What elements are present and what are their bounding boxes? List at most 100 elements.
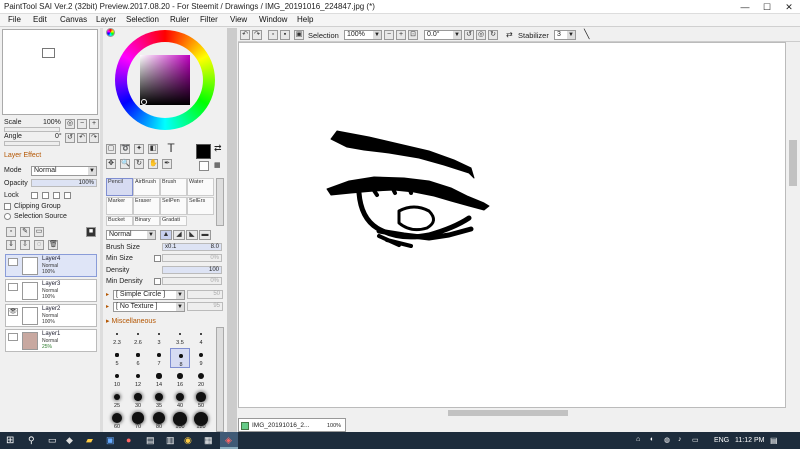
clear-layer-icon[interactable]: ◌ bbox=[34, 240, 44, 250]
menu-help[interactable]: Help bbox=[297, 15, 313, 24]
tool-gradation[interactable]: Gradati bbox=[160, 216, 187, 226]
blend-mode-select[interactable]: Normal ▼ bbox=[106, 230, 156, 240]
tip-medium-icon[interactable]: ◢ bbox=[173, 230, 185, 240]
zoom-out-button[interactable]: − bbox=[77, 119, 87, 129]
app-icon-1[interactable]: ◆ bbox=[66, 435, 73, 446]
brush-preset-25[interactable]: 25 bbox=[107, 390, 127, 410]
visibility-toggle[interactable] bbox=[8, 283, 18, 291]
menu-file[interactable]: File bbox=[8, 15, 21, 24]
tool-eraser[interactable]: Eraser bbox=[133, 197, 160, 215]
menu-ruler[interactable]: Ruler bbox=[170, 15, 189, 24]
eyedropper-icon[interactable]: ✒ bbox=[162, 159, 172, 169]
app-icon-5[interactable]: ▥ bbox=[166, 435, 175, 446]
move-icon[interactable]: ✥ bbox=[106, 159, 116, 169]
brush-preset-8[interactable]: 8 bbox=[170, 348, 190, 368]
layer-row-1[interactable]: Layer1 Normal 25% bbox=[5, 329, 97, 352]
zoom-in-icon[interactable]: + bbox=[396, 30, 406, 40]
new-layer-icon[interactable]: ▫ bbox=[6, 227, 16, 237]
horizontal-scrollbar[interactable] bbox=[238, 408, 786, 418]
tool-airbrush[interactable]: AirBrush bbox=[133, 178, 160, 196]
app-icon-6[interactable]: ▦ bbox=[204, 435, 213, 446]
rotate-cw-icon[interactable]: ↻ bbox=[488, 30, 498, 40]
chrome-icon[interactable]: ◉ bbox=[184, 435, 192, 446]
brush-preset-16[interactable]: 16 bbox=[170, 369, 190, 389]
color-wheel[interactable] bbox=[115, 30, 215, 130]
layer-row-2[interactable]: 👁 Layer2 Normal 100% bbox=[5, 304, 97, 327]
tip-flat-icon[interactable]: ▬ bbox=[199, 230, 211, 240]
panel-divider[interactable] bbox=[100, 28, 103, 432]
line-tool-icon[interactable]: ╲ bbox=[584, 29, 589, 40]
brush-preset-14[interactable]: 14 bbox=[149, 369, 169, 389]
drawing-canvas[interactable] bbox=[238, 42, 786, 408]
stabilizer-select[interactable]: 3 ▼ bbox=[554, 30, 576, 40]
zoom-out-icon[interactable]: − bbox=[384, 30, 394, 40]
text-tool-icon[interactable]: T bbox=[164, 142, 178, 156]
language-indicator[interactable]: ENG bbox=[714, 437, 729, 444]
presets-scrollbar[interactable] bbox=[216, 327, 224, 432]
new-folder-icon[interactable]: ▭ bbox=[34, 227, 44, 237]
hand-icon[interactable]: ✋ bbox=[148, 159, 158, 169]
color-wheel-mode-icon[interactable] bbox=[106, 28, 115, 37]
tool-brush[interactable]: Brush bbox=[160, 178, 187, 196]
tool-water[interactable]: Water bbox=[187, 178, 214, 196]
brush-preset-100[interactable]: 100 bbox=[170, 411, 190, 431]
min-size-checkbox[interactable] bbox=[154, 255, 161, 262]
tool-binary[interactable]: Binary bbox=[133, 216, 160, 226]
layer-mode-select[interactable]: Normal ▼ bbox=[31, 166, 97, 176]
brush-preset-2.6[interactable]: 2.6 bbox=[128, 327, 148, 347]
min-size-slider[interactable]: 0% bbox=[162, 254, 222, 262]
lock-transparency-checkbox[interactable] bbox=[31, 192, 38, 199]
zoom-icon[interactable]: 🔍 bbox=[120, 159, 130, 169]
tool-marker[interactable]: Marker bbox=[106, 197, 133, 215]
search-icon[interactable]: ⚲ bbox=[28, 435, 35, 446]
brush-preset-10[interactable]: 10 bbox=[107, 369, 127, 389]
menu-window[interactable]: Window bbox=[259, 15, 287, 24]
brush-shape-select[interactable]: [ Simple Circle ] ▼ bbox=[113, 290, 185, 300]
transparent-color-icon[interactable]: ▦ bbox=[214, 161, 221, 169]
layer-row-4[interactable]: Layer4 Normal 100% bbox=[5, 254, 97, 277]
menu-edit[interactable]: Edit bbox=[33, 15, 47, 24]
tool-selers[interactable]: SelErs bbox=[187, 197, 214, 215]
brush-shape-strength[interactable]: 50 bbox=[187, 290, 223, 299]
angle-slider[interactable] bbox=[4, 141, 60, 146]
tip-soft-icon[interactable]: ◣ bbox=[186, 230, 198, 240]
minimize-button[interactable]: — bbox=[734, 0, 756, 14]
visibility-toggle[interactable] bbox=[8, 258, 18, 266]
zoom-select[interactable]: 100% ▼ bbox=[344, 30, 382, 40]
document-tab[interactable]: IMG_20191016_2... 100% bbox=[238, 418, 346, 432]
vertical-scroll-thumb[interactable] bbox=[789, 140, 797, 186]
menu-canvas[interactable]: Canvas bbox=[60, 15, 87, 24]
brush-preset-2.3[interactable]: 2.3 bbox=[107, 327, 127, 347]
magic-wand-icon[interactable]: ✦ bbox=[134, 144, 144, 154]
tray-people-icon[interactable]: ⌂ bbox=[636, 436, 640, 443]
selection-toggle-icon[interactable]: ▣ bbox=[294, 30, 304, 40]
brush-texture-strength[interactable]: 95 bbox=[187, 302, 223, 311]
clipping-group-checkbox[interactable] bbox=[4, 203, 11, 210]
eye-icon[interactable]: 👁 bbox=[8, 308, 18, 316]
lock-all-checkbox[interactable] bbox=[64, 192, 71, 199]
rotate-reset-icon[interactable]: ◎ bbox=[476, 30, 486, 40]
tool-pencil[interactable]: Pencil bbox=[106, 178, 133, 196]
vertical-scrollbar[interactable] bbox=[786, 42, 800, 408]
task-view-icon[interactable]: ▭ bbox=[48, 435, 57, 446]
lock-move-checkbox[interactable] bbox=[53, 192, 60, 199]
start-icon[interactable]: ⊞ bbox=[6, 435, 14, 446]
undo-icon[interactable]: ↶ bbox=[240, 30, 250, 40]
background-color-swatch[interactable] bbox=[199, 161, 209, 171]
brush-preset-50[interactable]: 50 bbox=[191, 390, 211, 410]
volume-icon[interactable]: ♪ bbox=[678, 436, 682, 443]
brush-preset-3.5[interactable]: 3.5 bbox=[170, 327, 190, 347]
lock-drawing-checkbox[interactable] bbox=[42, 192, 49, 199]
foreground-color-swatch[interactable] bbox=[196, 144, 211, 159]
redo-icon[interactable]: ↷ bbox=[252, 30, 262, 40]
layer-effect-header[interactable]: Layer Effect bbox=[4, 152, 41, 159]
tray-app-icon[interactable]: ◍ bbox=[664, 436, 670, 444]
brush-texture-select[interactable]: [ No Texture ] ▼ bbox=[113, 302, 185, 312]
angle-select[interactable]: 0.0° ▼ bbox=[424, 30, 462, 40]
new-linework-layer-icon[interactable]: ✎ bbox=[20, 227, 30, 237]
zoom-reset-icon[interactable]: ⊡ bbox=[408, 30, 418, 40]
min-density-checkbox[interactable] bbox=[154, 278, 161, 285]
rotate-ccw-icon[interactable]: ↺ bbox=[464, 30, 474, 40]
tool-bucket[interactable]: Bucket bbox=[106, 216, 133, 226]
zoom-in-button[interactable]: + bbox=[89, 119, 99, 129]
